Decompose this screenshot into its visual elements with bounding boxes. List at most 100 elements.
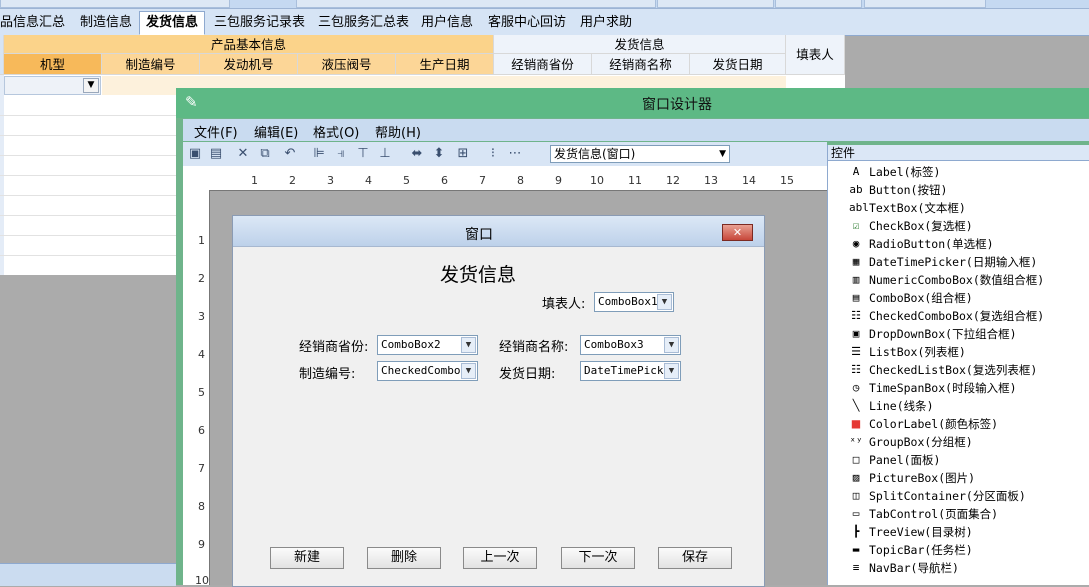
col-header-dealer[interactable]: 经销商名称 [592,54,690,75]
form-window[interactable]: 窗口 ✕ 发货信息 填表人: ComboBox1 ▼ 经销商省份: ComboB… [232,215,765,587]
grid-line [0,135,180,136]
align-right-icon[interactable]: ⫣ [333,146,349,162]
copy-icon[interactable]: ⧉ [257,146,273,162]
chevron-down-icon[interactable]: ▼ [664,363,679,379]
col-header-model[interactable]: 机型 [4,54,102,75]
ruler-tick-label: 2 [289,174,296,187]
filler-combo[interactable]: ComboBox1 ▼ [594,292,674,312]
toolbox-item[interactable]: ˣʸ GroupBox(分组框) [849,433,1087,451]
chevron-down-icon[interactable]: ▼ [657,294,672,310]
chevron-down-icon[interactable]: ▼ [719,146,726,162]
toolbox-item[interactable]: ab Button(按钮) [849,181,1087,199]
tab-manufacture[interactable]: 制造信息 [80,12,132,34]
same-width-icon[interactable]: ⬌ [409,146,425,162]
toolbox-item[interactable]: ☑ CheckBox(复选框) [849,217,1087,235]
toolbox-item[interactable]: ▤ ComboBox(组合框) [849,289,1087,307]
line-icon: ╲ [852,399,860,412]
same-height-icon[interactable]: ⬍ [431,146,447,162]
cut-icon[interactable]: ✕ [235,146,251,162]
panel-icon: □ [852,453,860,466]
province-combo[interactable]: ComboBox2 ▼ [377,335,478,355]
vertical-ruler: 1 2 3 4 5 6 7 8 9 10 [183,190,210,587]
toolbox-item-label: TopicBar(任务栏) [869,543,973,557]
vertical-spacing-icon[interactable]: ⁝ [485,146,501,162]
toolbox-item[interactable]: ▣ DropDownBox(下拉组合框) [849,325,1087,343]
col-header-ship-date[interactable]: 发货日期 [690,54,786,75]
ship-date-label: 发货日期: [499,367,556,382]
calendar-icon: ▦ [852,255,860,268]
toolbox-item[interactable]: ◉ RadioButton(单选框) [849,235,1087,253]
toolbox-item[interactable]: ☰ ListBox(列表框) [849,343,1087,361]
window-selector[interactable]: 发货信息(窗口) ▼ [550,145,730,163]
toolbox-item[interactable]: ☷ CheckedListBox(复选列表框) [849,361,1087,379]
align-top-icon[interactable]: ⊤ [355,146,371,162]
same-size-icon[interactable]: ⊞ [455,146,471,162]
tab-product-summary[interactable]: 品信息汇总 [0,12,65,34]
model-combo-cell[interactable]: ▼ [4,76,101,95]
serial-checked-combo[interactable]: CheckedComboB ▼ [377,361,478,381]
toolbox-item[interactable]: ▥ NumericComboBox(数值组合框) [849,271,1087,289]
designer-title-bar[interactable]: ✎ 窗口设计器 [176,88,1089,118]
col-header-filler[interactable]: 填表人 [786,35,845,75]
toolbox-item-label: GroupBox(分组框) [869,435,973,449]
ship-date-picker[interactable]: DateTimePicke ▼ [580,361,681,381]
align-bottom-icon[interactable]: ⊥ [377,146,393,162]
align-left-icon[interactable]: ⊫ [311,146,327,162]
tab-callback[interactable]: 客服中心回访 [488,12,566,34]
col-header-prod-date[interactable]: 生产日期 [396,54,494,75]
menu-help[interactable]: 帮助(H) [375,122,421,141]
tab-user-info[interactable]: 用户信息 [421,12,473,34]
ruler-tick-label: 8 [517,174,524,187]
toolbox-item[interactable]: ▬ TopicBar(任务栏) [849,541,1087,559]
chevron-down-icon[interactable]: ▼ [461,337,476,353]
toolbox-item[interactable]: ◫ SplitContainer(分区面板) [849,487,1087,505]
form-heading: 发货信息 [440,264,517,286]
chevron-down-icon[interactable]: ▼ [664,337,679,353]
form-title-bar[interactable]: 窗口 ✕ [233,216,764,247]
toolbox-item[interactable]: ▨ PictureBox(图片) [849,469,1087,487]
ribbon-group [864,0,986,8]
toolbox-item[interactable]: ▦ DateTimePicker(日期输入框) [849,253,1087,271]
next-button[interactable]: 下一次 [561,547,635,569]
menu-file[interactable]: 文件(F) [194,122,238,141]
toggle-grid-icon[interactable]: ▤ [208,146,224,162]
toolbox-item[interactable]: ■ ColorLabel(颜色标签) [849,415,1087,433]
delete-button[interactable]: 删除 [367,547,441,569]
previous-button[interactable]: 上一次 [463,547,537,569]
toolbox-item[interactable]: ☷ CheckedComboBox(复选组合框) [849,307,1087,325]
save-icon[interactable]: ▣ [187,146,203,162]
topicbar-icon: ▬ [852,543,860,556]
col-header-engine[interactable]: 发动机号 [200,54,298,75]
ruler-tick-label: 11 [628,174,642,187]
tab-user-help[interactable]: 用户求助 [580,12,632,34]
new-button[interactable]: 新建 [270,547,344,569]
ruler-tick-label: 5 [403,174,410,187]
toolbox-item[interactable]: ▭ TabControl(页面集合) [849,505,1087,523]
save-button[interactable]: 保存 [658,547,732,569]
toolbox-item[interactable]: ◷ TimeSpanBox(时段输入框) [849,379,1087,397]
radio-icon: ◉ [852,237,860,250]
toolbox-item[interactable]: ≡ NavBar(导航栏) [849,559,1087,577]
grid-line [0,235,180,236]
col-header-serial[interactable]: 制造编号 [102,54,200,75]
col-header-province[interactable]: 经销商省份 [494,54,592,75]
close-icon[interactable]: ✕ [722,224,753,241]
toolbox-item[interactable]: abl TextBox(文本框) [849,199,1087,217]
col-header-valve[interactable]: 液压阀号 [298,54,396,75]
tab-warranty-record[interactable]: 三包服务记录表 [214,12,305,34]
menu-format[interactable]: 格式(O) [313,122,359,141]
toolbox-item[interactable]: □ Panel(面板) [849,451,1087,469]
dealer-combo[interactable]: ComboBox3 ▼ [580,335,681,355]
chevron-down-icon[interactable]: ▼ [461,363,476,379]
tab-shipment[interactable]: 发货信息 [139,11,206,35]
horizontal-spacing-icon[interactable]: ⋯ [507,146,523,162]
toolbox-item[interactable]: ┣ TreeView(目录树) [849,523,1087,541]
toolbox-item[interactable]: A Label(标签) [849,163,1087,181]
chevron-down-icon[interactable]: ▼ [83,78,99,93]
toolbox-item[interactable]: ╲ Line(线条) [849,397,1087,415]
toolbox-item-label: NavBar(导航栏) [869,561,959,575]
menu-edit[interactable]: 编辑(E) [254,122,298,141]
tab-warranty-summary[interactable]: 三包服务汇总表 [318,12,409,34]
ruler-tick-label: 9 [555,174,562,187]
undo-icon[interactable]: ↶ [282,146,298,162]
